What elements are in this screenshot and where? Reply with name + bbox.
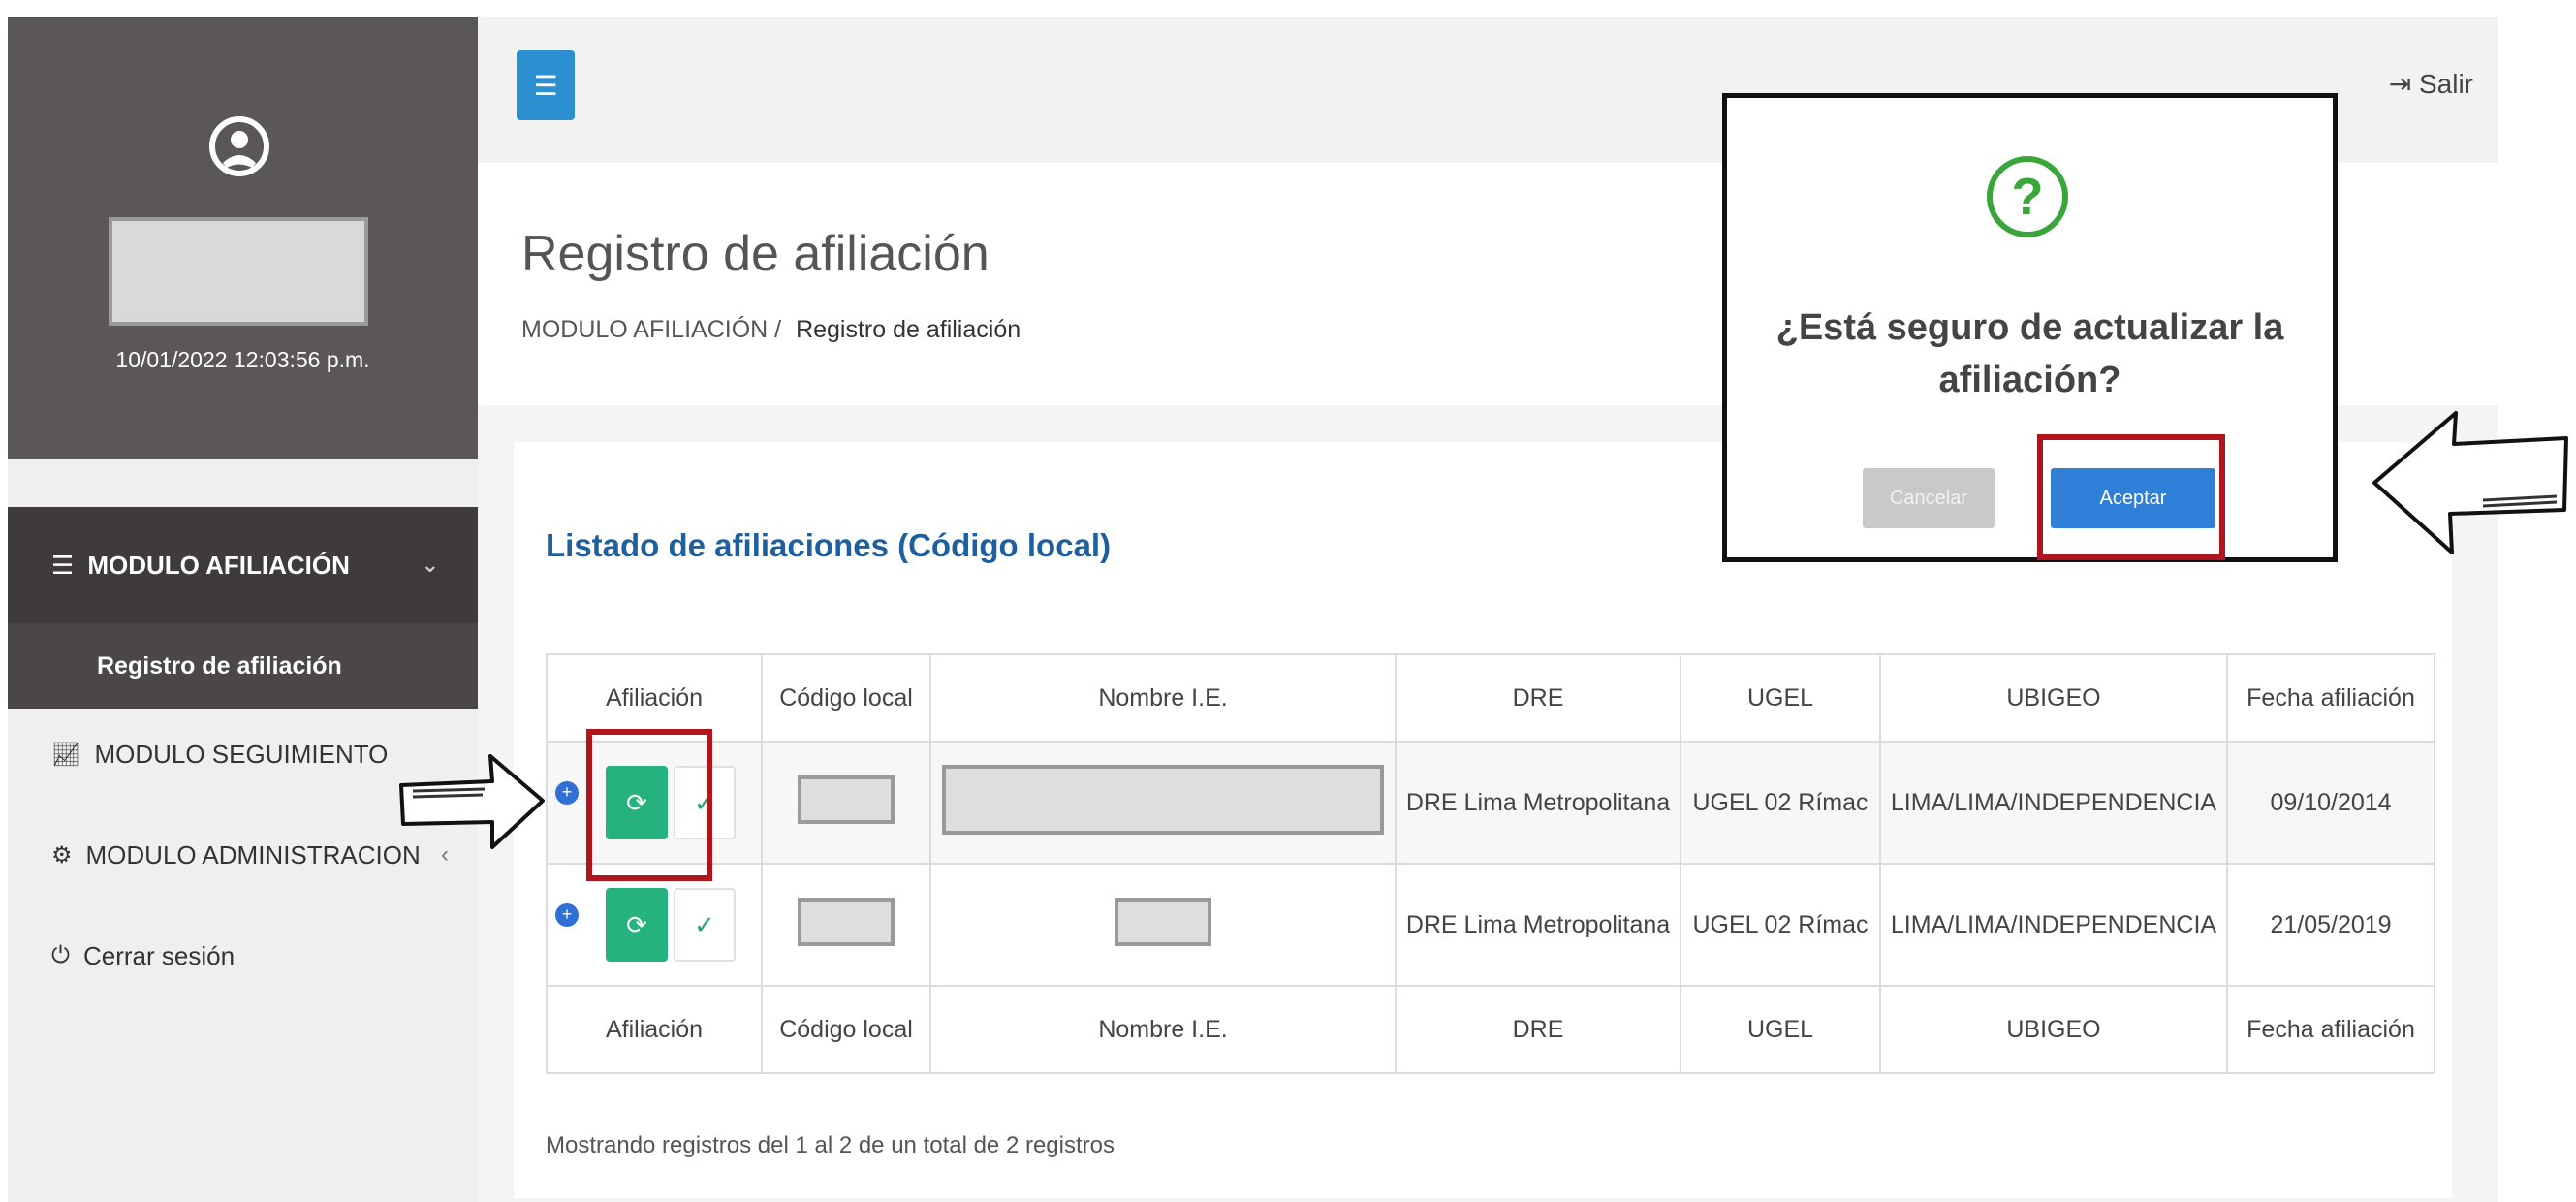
ugel-cell: UGEL 02 Rímac <box>1680 863 1881 987</box>
breadcrumb-root[interactable]: MODULO AFILIACIÓN / <box>521 316 781 343</box>
confirm-dialog: ? ¿Está seguro de actualizar la afiliaci… <box>1722 93 2338 562</box>
nav-item-registro[interactable]: Registro de afiliación <box>8 623 478 709</box>
column-header[interactable]: UBIGEO <box>1879 653 2228 743</box>
card-title: Listado de afiliaciones (Código local) <box>546 527 1112 563</box>
menu-icon: ☰ <box>51 550 75 580</box>
breadcrumb-current: Registro de afiliación <box>796 316 1021 343</box>
nav-group-afiliacion: ☰ MODULO AFILIACIÓN ⌄ Registro de afilia… <box>8 507 478 709</box>
column-footer: UGEL <box>1680 985 1881 1074</box>
fecha-cell: 21/05/2019 <box>2226 863 2435 987</box>
affiliations-table: Afiliación Código local Nombre I.E. DRE … <box>546 653 2435 1074</box>
nombre-cell <box>929 741 1397 865</box>
nombre-redacted <box>1115 897 1211 946</box>
codigo-redacted <box>798 775 895 824</box>
menu-toggle-button[interactable]: ☰ <box>517 50 575 120</box>
refresh-icon: ⟳ <box>626 909 647 939</box>
breadcrumb: MODULO AFILIACIÓN / Registro de afiliaci… <box>521 316 1021 344</box>
sidebar: 10/01/2022 12:03:56 p.m. ☰ MODULO AFILIA… <box>8 17 478 1202</box>
column-header[interactable]: Fecha afiliación <box>2226 653 2435 743</box>
ugel-cell: UGEL 02 Rímac <box>1680 741 1881 865</box>
chart-line-icon: 📈︎ <box>51 741 81 768</box>
chevron-down-icon: ⌄ <box>421 553 439 577</box>
expand-row-icon[interactable]: + <box>555 781 579 805</box>
nav-label: Registro de afiliación <box>97 651 342 680</box>
highlight-box <box>2037 434 2225 560</box>
ubigeo-cell: LIMA/LIMA/INDEPENDENCIA <box>1879 863 2228 987</box>
update-affiliation-button[interactable]: ⟳ <box>606 888 668 962</box>
session-datetime: 10/01/2022 12:03:56 p.m. <box>115 347 370 372</box>
nav-label: Cerrar sesión <box>82 940 236 970</box>
page-title: Registro de afiliación <box>521 226 990 282</box>
expand-row-icon[interactable]: + <box>555 903 579 927</box>
arrow-right-icon <box>399 754 545 849</box>
nav-label: MODULO SEGUIMIENTO <box>94 739 389 769</box>
dialog-message: ¿Está seguro de actualizar la afiliación… <box>1775 307 2284 400</box>
sign-out-icon: ⇥ <box>2388 69 2412 99</box>
nombre-cell <box>929 863 1397 987</box>
nav-item-cerrar-sesion[interactable]: ⏻ Cerrar sesión <box>8 917 478 995</box>
dre-cell: DRE Lima Metropolitana <box>1395 741 1681 865</box>
table-row: + ⟳ ✓ DRE Lima Metropolitana UGEL 02 Rím… <box>546 741 2435 865</box>
power-icon: ⏻ <box>51 942 70 968</box>
actions-cell: + ⟳ ✓ <box>546 863 763 987</box>
nav-label: MODULO ADMINISTRACION <box>85 839 421 870</box>
arrow-left-icon <box>2372 411 2568 554</box>
column-header[interactable]: UGEL <box>1680 653 1881 743</box>
column-header[interactable]: DRE <box>1395 653 1681 743</box>
column-header[interactable]: Nombre I.E. <box>929 653 1397 743</box>
column-footer: Código local <box>761 985 931 1074</box>
table-header-row: Afiliación Código local Nombre I.E. DRE … <box>546 653 2435 743</box>
highlight-box <box>586 729 712 881</box>
check-icon: ✓ <box>694 909 715 939</box>
fecha-cell: 09/10/2014 <box>2226 741 2435 865</box>
gear-icon: ⚙ <box>51 841 73 869</box>
ubigeo-cell: LIMA/LIMA/INDEPENDENCIA <box>1879 741 2228 865</box>
column-footer: Nombre I.E. <box>929 985 1397 1074</box>
logout-link[interactable]: ⇥ Salir <box>2389 68 2473 100</box>
cancel-button[interactable]: Cancelar <box>1863 468 1995 528</box>
column-footer: Afiliación <box>546 985 763 1074</box>
codigo-cell <box>761 741 931 865</box>
column-footer: Fecha afiliación <box>2226 985 2435 1074</box>
question-icon: ? <box>1987 156 2068 237</box>
nav-item-modulo-afiliacion[interactable]: ☰ MODULO AFILIACIÓN ⌄ <box>8 507 478 623</box>
codigo-redacted <box>798 897 895 946</box>
hamburger-icon: ☰ <box>533 70 558 101</box>
user-name-redacted <box>109 217 368 326</box>
nav-label: MODULO AFILIACIÓN <box>87 550 350 580</box>
confirm-button[interactable]: ✓ <box>674 888 736 962</box>
column-footer: DRE <box>1395 985 1681 1074</box>
logout-label: Salir <box>2418 69 2473 99</box>
codigo-cell <box>761 863 931 987</box>
user-icon <box>209 116 269 176</box>
table-row: + ⟳ ✓ DRE Lima Metropolitana UGEL 02 Rím… <box>546 863 2435 987</box>
column-header[interactable]: Código local <box>761 653 931 743</box>
table-info: Mostrando registros del 1 al 2 de un tot… <box>546 1132 1115 1158</box>
table-footer-row: Afiliación Código local Nombre I.E. DRE … <box>546 985 2435 1074</box>
dre-cell: DRE Lima Metropolitana <box>1395 863 1681 987</box>
profile-panel: 10/01/2022 12:03:56 p.m. <box>8 17 478 459</box>
column-footer: UBIGEO <box>1879 985 2228 1074</box>
nombre-redacted <box>942 764 1384 835</box>
